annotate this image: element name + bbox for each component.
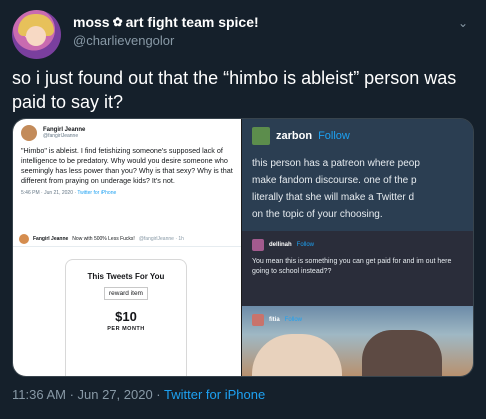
- bar-suffix: Now with 500% Less Fucks!: [72, 235, 135, 242]
- patreon-price: $10: [115, 309, 137, 324]
- tweet-timestamp[interactable]: 11:36 AM · Jun 27, 2020 ·: [12, 387, 161, 402]
- screenshot-time: 5:46 PM · Jun 21, 2020 ·: [21, 190, 77, 196]
- screenshot-author-handle: @fangirlJeanne: [43, 133, 79, 139]
- display-name-suffix: art fight team spice!: [125, 14, 259, 30]
- screenshot-patreon-card: Fangirl Jeanne Now with 500% Less Fucks!…: [13, 231, 241, 376]
- tumblr-reply-username: dellinah: [269, 242, 292, 248]
- screenshot-patreon-bar: Fangirl Jeanne Now with 500% Less Fucks!…: [13, 231, 241, 247]
- screenshot-tweet-body: "Himbo" is ableist. I find fetishizing s…: [21, 146, 233, 185]
- tumblr-avatar: [252, 127, 270, 145]
- display-name-text: moss: [73, 14, 110, 30]
- display-name[interactable]: moss ✿ art fight team spice!: [73, 14, 259, 30]
- tweet-source-link[interactable]: Twitter for iPhone: [164, 387, 265, 402]
- patreon-period: PER MONTH: [107, 326, 145, 332]
- tweet-footer: 11:36 AM · Jun 27, 2020 · Twitter for iP…: [12, 387, 265, 402]
- tumblr-reply-follow: Follow: [296, 242, 315, 248]
- media-grid[interactable]: Fangirl Jeanne @fangirlJeanne "Himbo" is…: [12, 118, 474, 377]
- tumblr-post-line: on the topic of your choosing.: [252, 209, 383, 220]
- screenshot-source: Twitter for iPhone: [77, 190, 117, 196]
- chevron-down-icon[interactable]: ⌄: [458, 16, 468, 30]
- tumblr-post-line: make fandom discourse. one of the p: [252, 175, 417, 186]
- tweet-header: moss ✿ art fight team spice! @charlieven…: [12, 10, 474, 60]
- image-figure: [252, 334, 342, 376]
- mini-avatar: [21, 125, 37, 141]
- avatar-face: [26, 26, 46, 46]
- patreon-reward: reward item: [104, 287, 148, 300]
- screenshot-tweet-meta: 5:46 PM · Jun 21, 2020 · Twitter for iPh…: [21, 190, 233, 196]
- tumblr-post-line: this person has a patreon where peop: [252, 158, 420, 169]
- tumblr-image-post: fitia Follow: [242, 306, 473, 376]
- user-handle: @charlievengolor: [73, 33, 175, 48]
- patreon-tier-title: This Tweets For You: [87, 272, 165, 281]
- screenshot-tweet-card: Fangirl Jeanne @fangirlJeanne "Himbo" is…: [13, 119, 241, 231]
- tumblr-reply-text: You mean this is something you can get p…: [252, 258, 452, 275]
- flower-icon: ✿: [112, 15, 123, 29]
- patreon-tier-box: This Tweets For You reward item $10 PER …: [65, 259, 187, 376]
- bar-name: Fangirl Jeanne: [33, 235, 69, 242]
- tumblr-post-line: literally that she will make a Twitter d: [252, 192, 415, 203]
- tweet-text: so i just found out that the “himbo is a…: [12, 68, 457, 112]
- author-names[interactable]: moss ✿ art fight team spice! @charlieven…: [73, 14, 259, 48]
- tumblr-post-body: this person has a patreon where peop mak…: [252, 155, 465, 223]
- tumblr-third-username: fitia: [269, 317, 280, 323]
- tumblr-third-avatar: [252, 314, 264, 326]
- tumblr-reply-avatar: [252, 239, 264, 251]
- mini-avatar: [19, 233, 29, 244]
- media-left-column[interactable]: Fangirl Jeanne @fangirlJeanne "Himbo" is…: [13, 119, 241, 376]
- tumblr-post: zarbon Follow this person has a patreon …: [242, 119, 473, 231]
- avatar[interactable]: [12, 10, 61, 59]
- tumblr-reply: dellinah Follow You mean this is somethi…: [242, 231, 473, 306]
- tumblr-username: zarbon: [276, 130, 313, 142]
- tumblr-follow-link: Follow: [318, 130, 350, 142]
- bar-handle: @fangirlJeanne · 1h: [138, 235, 184, 242]
- tumblr-third-follow: Follow: [284, 317, 303, 323]
- tumblr-third-header: fitia Follow: [252, 314, 302, 326]
- media-right-column[interactable]: zarbon Follow this person has a patreon …: [242, 119, 473, 376]
- image-figure: [362, 330, 442, 376]
